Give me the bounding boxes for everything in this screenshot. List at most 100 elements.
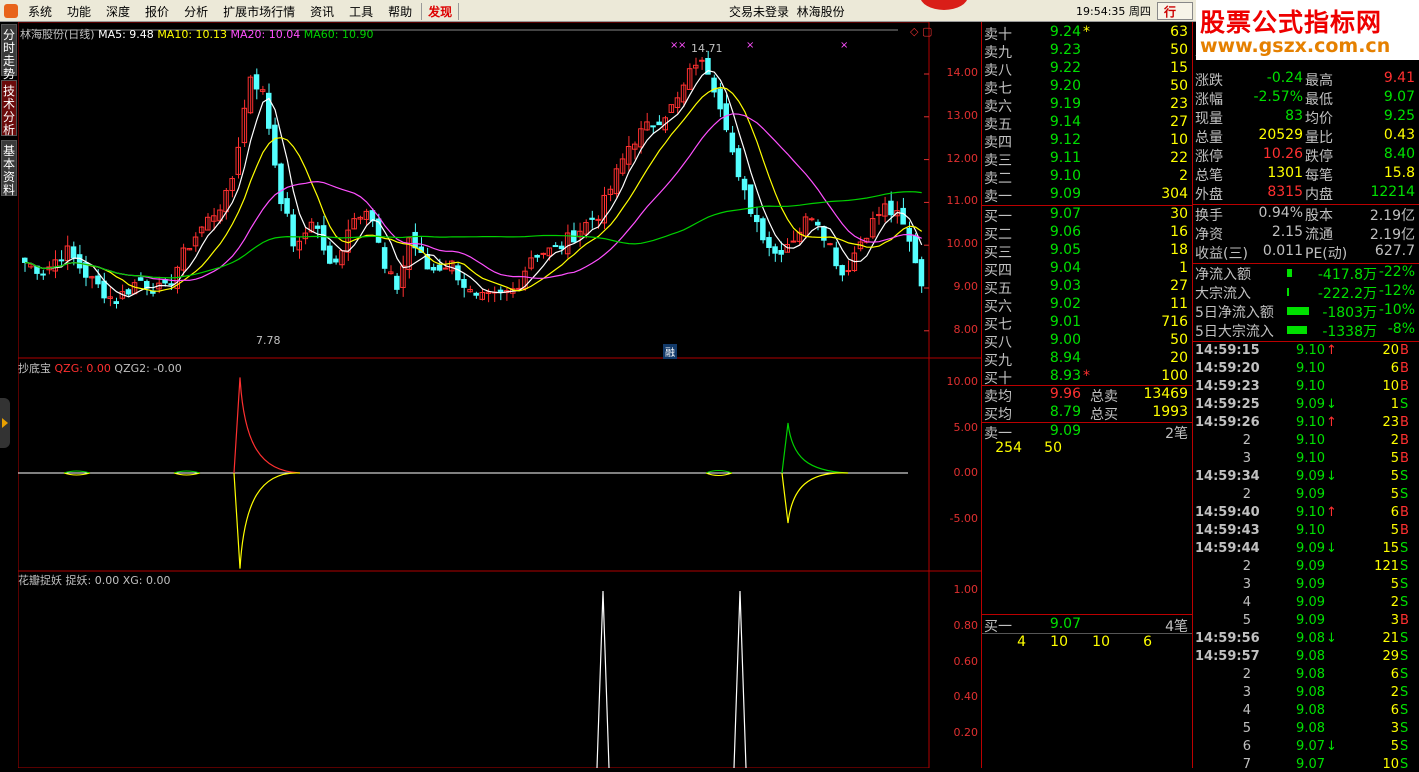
tick-row[interactable]: 7 9.07 10 S xyxy=(1193,757,1419,768)
flow-row[interactable]: 大宗流入 -222.2万 -12% xyxy=(1193,283,1419,302)
quote-row[interactable]: 总量 20529 量比 0.43 xyxy=(1193,127,1419,146)
collapse-panel-handle[interactable] xyxy=(0,398,10,448)
ask-row[interactable]: 卖五 9.14 27 xyxy=(982,114,1192,133)
candle-body xyxy=(40,273,46,276)
signal-marker: × xyxy=(678,40,686,51)
quote-row[interactable]: 现量 83 均价 9.25 xyxy=(1193,108,1419,127)
tick-row[interactable]: 14:59:23 9.10 10 B xyxy=(1193,379,1419,397)
ask-volume: 50 xyxy=(1170,42,1188,58)
flow-row[interactable]: 5日大宗流入 -1338万 -8% xyxy=(1193,321,1419,340)
hangqing-button[interactable]: 行 xyxy=(1157,2,1193,20)
quote-label: 涨跌 xyxy=(1195,73,1223,89)
menu-item[interactable]: 资讯 xyxy=(310,3,334,20)
menu-item[interactable]: 帮助 xyxy=(388,3,412,20)
tick-row[interactable]: 14:59:15 9.10 ↑ 20 B xyxy=(1193,343,1419,361)
tick-row[interactable]: 6 9.07 ↓ 5 S xyxy=(1193,739,1419,757)
flow-row[interactable]: 净流入额 -417.8万 -22% xyxy=(1193,264,1419,283)
tick-row[interactable]: 3 9.10 5 B xyxy=(1193,451,1419,469)
menu-item[interactable]: 报价 xyxy=(145,3,169,20)
tick-row[interactable]: 3 9.09 5 S xyxy=(1193,577,1419,595)
ask-row[interactable]: 卖二 9.10 2 xyxy=(982,168,1192,187)
side-tab[interactable]: 基本资料 xyxy=(1,140,17,197)
bid-row[interactable]: 买六 9.02 11 xyxy=(982,296,1192,315)
tick-row[interactable]: 14:59:43 9.10 5 B xyxy=(1193,523,1419,541)
tick-row[interactable]: 14:59:20 9.10 6 B xyxy=(1193,361,1419,379)
menu-item[interactable]: 扩展市场行情 xyxy=(223,3,295,20)
flow-row[interactable]: 5日净流入额 -1803万 -10% xyxy=(1193,302,1419,321)
panel2-spike-down xyxy=(233,472,301,569)
bid-row[interactable]: 买四 9.04 1 xyxy=(982,260,1192,279)
quote-row[interactable]: 总笔 1301 每笔 15.8 xyxy=(1193,165,1419,184)
tick-row[interactable]: 4 9.09 2 S xyxy=(1193,595,1419,613)
tick-direction: S xyxy=(1400,685,1409,700)
quote-row[interactable]: 涨幅 -2.57% 最低 9.07 xyxy=(1193,89,1419,108)
tick-row[interactable]: 5 9.08 3 S xyxy=(1193,721,1419,739)
sell-avg-label: 卖均 xyxy=(984,389,1012,405)
tick-volume: 6 xyxy=(1390,361,1399,376)
ask-label: 卖八 xyxy=(984,63,1012,79)
app-logo-icon[interactable] xyxy=(4,4,18,18)
queue-order: 10 xyxy=(1050,634,1068,650)
ask-row[interactable]: 卖一 9.09 304 xyxy=(982,186,1192,205)
quote-row[interactable]: 净资 2.15 流通 2.19亿 xyxy=(1193,224,1419,243)
ask-row[interactable]: 卖九 9.23 50 xyxy=(982,42,1192,61)
flow-value: -417.8万 xyxy=(1317,267,1377,283)
bid1-queue-orders[interactable]: 4 10 10 6 xyxy=(982,634,1192,653)
tick-row[interactable]: 14:59:34 9.09 ↓ 5 S xyxy=(1193,469,1419,487)
tick-row[interactable]: 3 9.08 2 S xyxy=(1193,685,1419,703)
quote-row[interactable]: 换手 0.94% 股本 2.19亿 xyxy=(1193,205,1419,224)
tick-row[interactable]: 14:59:57 9.08 29 S xyxy=(1193,649,1419,667)
clock-weekday: 周四 xyxy=(1128,5,1151,18)
flow-label: 5日大宗流入 xyxy=(1195,324,1274,340)
notification-icon[interactable] xyxy=(920,0,968,10)
avg-buy-row[interactable]: 买均 8.79 总买 1993 xyxy=(982,404,1192,423)
tick-row[interactable]: 14:59:44 9.09 ↓ 15 S xyxy=(1193,541,1419,559)
quote-row[interactable]: 涨跌 -0.24 最高 9.41 xyxy=(1193,70,1419,89)
menu-item[interactable]: 工具 xyxy=(349,3,373,20)
side-tab[interactable]: 技术分析 xyxy=(1,80,17,137)
ask-row[interactable]: 卖六 9.19 23 xyxy=(982,96,1192,115)
bid-row[interactable]: 买一 9.07 30 xyxy=(982,206,1192,225)
ask-row[interactable]: 卖八 9.22 15 xyxy=(982,60,1192,79)
tick-row[interactable]: 2 9.09 5 S xyxy=(1193,487,1419,505)
chart-window-icons[interactable]: ◇ ▢ xyxy=(910,25,932,38)
quote-divider xyxy=(1193,341,1419,342)
side-tab[interactable]: 分时走势 xyxy=(1,24,17,81)
bid-row[interactable]: 买九 8.94 20 xyxy=(982,350,1192,369)
tick-row[interactable]: 5 9.09 3 B xyxy=(1193,613,1419,631)
ask1-queue-orders[interactable]: 254 50 xyxy=(982,440,1192,459)
menu-item[interactable]: 深度 xyxy=(106,3,130,20)
tick-row[interactable]: 4 9.08 6 S xyxy=(1193,703,1419,721)
tick-row[interactable]: 14:59:25 9.09 ↓ 1 S xyxy=(1193,397,1419,415)
ask-row[interactable]: 卖七 9.20 50 xyxy=(982,78,1192,97)
quote-label: 现量 xyxy=(1195,111,1223,127)
ask-row[interactable]: 卖三 9.11 22 xyxy=(982,150,1192,169)
ask-row[interactable]: 卖十 9.24 * 63 xyxy=(982,24,1192,43)
tick-direction: S xyxy=(1400,631,1409,646)
bid-row[interactable]: 买七 9.01 716 xyxy=(982,314,1192,333)
menu-item-discover[interactable]: 发现 xyxy=(421,3,460,20)
tick-row[interactable]: 2 9.08 6 S xyxy=(1193,667,1419,685)
quote-row[interactable]: 收益(三) 0.011 PE(动) 627.7 xyxy=(1193,243,1419,262)
bid-row[interactable]: 买三 9.05 18 xyxy=(982,242,1192,261)
menu-item[interactable]: 分析 xyxy=(184,3,208,20)
bid-row[interactable]: 买八 9.00 50 xyxy=(982,332,1192,351)
menu-item[interactable]: 系统 xyxy=(28,3,52,20)
tick-list[interactable]: 14:59:15 9.10 ↑ 20 B 14:59:20 9.10 6 B 14:59:23 9.… xyxy=(1193,343,1419,768)
tick-row[interactable]: 2 9.10 2 B xyxy=(1193,433,1419,451)
tick-row[interactable]: 14:59:26 9.10 ↑ 23 B xyxy=(1193,415,1419,433)
bid-row[interactable]: 买二 9.06 16 xyxy=(982,224,1192,243)
quote-row[interactable]: 外盘 8315 内盘 12214 xyxy=(1193,184,1419,203)
avg-sell-row[interactable]: 卖均 9.96 总卖 13469 xyxy=(982,386,1192,405)
ask-row[interactable]: 卖四 9.12 10 xyxy=(982,132,1192,151)
tick-row[interactable]: 14:59:40 9.10 ↑ 6 B xyxy=(1193,505,1419,523)
tick-row[interactable]: 14:59:56 9.08 ↓ 21 S xyxy=(1193,631,1419,649)
tick-row[interactable]: 2 9.09 121 S xyxy=(1193,559,1419,577)
candle-body xyxy=(558,245,565,250)
bid-row[interactable]: 买五 9.03 27 xyxy=(982,278,1192,297)
menu-item[interactable]: 功能 xyxy=(67,3,91,20)
margin-trading-badge[interactable]: 融 xyxy=(663,344,677,359)
candle-body xyxy=(168,283,174,286)
quote-row[interactable]: 涨停 10.26 跌停 8.40 xyxy=(1193,146,1419,165)
kline-chart-area[interactable]: × × × × 林海股份(日线) MA5: 9.48 MA10: 10.13 MA20… xyxy=(17,21,981,769)
